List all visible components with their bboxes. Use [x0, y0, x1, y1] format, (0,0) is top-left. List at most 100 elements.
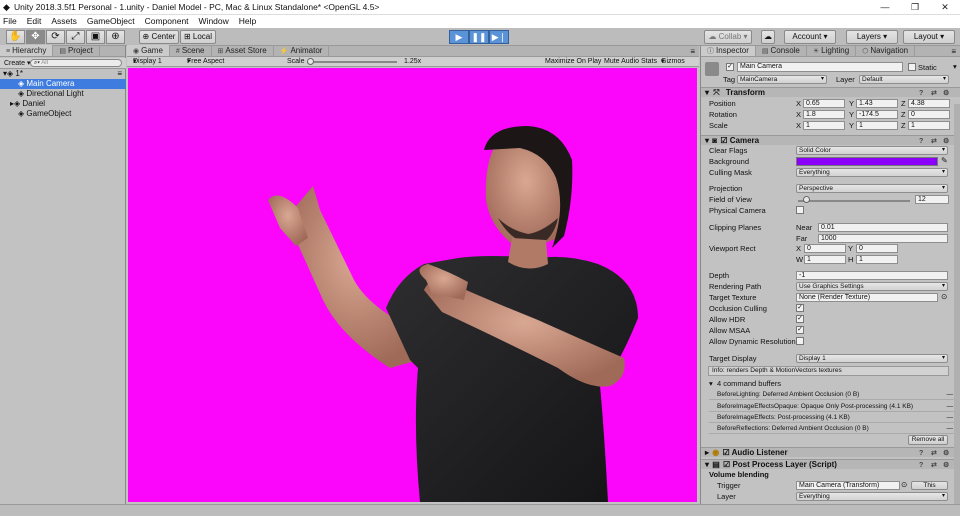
viewport-y-field[interactable]: 0 [856, 244, 898, 253]
far-field[interactable]: 1000 [818, 234, 948, 243]
remove-command-icon[interactable]: — [947, 390, 954, 400]
tab-navigation[interactable]: ⬡ Navigation [856, 46, 916, 56]
depth-field[interactable]: -1 [796, 271, 948, 280]
move-tool-icon[interactable]: ✥ [26, 30, 45, 44]
fov-slider[interactable] [798, 200, 910, 202]
object-picker-icon[interactable]: ⊙ [941, 292, 947, 301]
menu-component[interactable]: Component [145, 15, 189, 28]
tab-game[interactable]: ◉ Game [127, 45, 170, 56]
culling-mask-dropdown[interactable]: Everything [796, 168, 948, 177]
hand-tool-icon[interactable]: ✋ [6, 30, 25, 44]
camera-header[interactable]: ▾ ◙ ☑ Camera ? ⇄ ⚙ [701, 135, 960, 145]
layout-dropdown[interactable]: Layout ▾ [903, 30, 955, 44]
create-dropdown[interactable]: Create ▾ [4, 59, 30, 67]
step-button[interactable]: ▶❘ [489, 30, 509, 44]
trigger-field[interactable]: Main Camera (Transform) [796, 481, 900, 490]
scale-tool-icon[interactable]: ⤢ [66, 30, 85, 44]
rotation-y-field[interactable]: -174.5 [856, 110, 898, 119]
display-dropdown[interactable]: Display 1 ▾ [133, 57, 162, 67]
tab-animator[interactable]: ⚡ Animator [274, 45, 330, 56]
preset-icon[interactable]: ⇄ [931, 449, 937, 459]
transform-header[interactable]: ▾ ⤧ Transform ? ⇄ ⚙ [701, 87, 960, 97]
gizmos-dropdown[interactable]: Gizmos ▾ [661, 57, 685, 67]
scale-slider[interactable] [307, 61, 397, 63]
rendering-path-dropdown[interactable]: Use Graphics Settings [796, 282, 948, 291]
remove-command-icon[interactable]: — [947, 413, 954, 423]
menu-assets[interactable]: Assets [51, 15, 77, 28]
this-button[interactable]: This [911, 481, 948, 490]
pp-layer-dropdown[interactable]: Everything [796, 492, 948, 501]
object-picker-icon[interactable]: ⊙ [901, 480, 907, 489]
audio-listener-checkbox[interactable]: ☑ [722, 448, 729, 457]
near-field[interactable]: 0.01 [818, 223, 948, 232]
maximize-icon[interactable]: ❐ [900, 0, 930, 15]
layer-dropdown[interactable]: Default [859, 75, 949, 84]
viewport-x-field[interactable]: 0 [804, 244, 846, 253]
tab-console[interactable]: ▤ Console [756, 46, 807, 56]
occlusion-culling-checkbox[interactable]: ✓ [796, 304, 804, 312]
scene-row[interactable]: ▾◈ 1* ≡ [0, 69, 126, 79]
scene-menu-icon[interactable]: ≡ [117, 69, 122, 79]
preset-icon[interactable]: ⇄ [931, 461, 937, 471]
target-texture-field[interactable]: None (Render Texture) [796, 293, 938, 302]
hierarchy-item-gameobject[interactable]: ◈ GameObject [0, 109, 126, 119]
active-checkbox[interactable]: ✓ [726, 63, 734, 71]
inspector-scrollbar[interactable] [954, 104, 960, 504]
viewport-w-field[interactable]: 1 [804, 255, 846, 264]
post-process-header[interactable]: ▾ ▤ ☑ Post Process Layer (Script) ? ⇄ ⚙ [701, 459, 960, 469]
background-color-swatch[interactable] [796, 157, 938, 166]
help-icon[interactable]: ? [919, 89, 923, 99]
static-dropdown-icon[interactable]: ▾ [953, 62, 957, 71]
remove-command-icon[interactable]: — [947, 402, 954, 412]
tab-scene[interactable]: # Scene [170, 45, 212, 56]
position-x-field[interactable]: 0.65 [803, 99, 845, 108]
static-checkbox[interactable] [908, 63, 916, 71]
menu-help[interactable]: Help [239, 15, 256, 28]
position-z-field[interactable]: 4.38 [908, 99, 950, 108]
allow-hdr-checkbox[interactable]: ✓ [796, 315, 804, 323]
mute-audio-toggle[interactable]: Mute Audio [604, 57, 639, 67]
position-y-field[interactable]: 1.43 [856, 99, 898, 108]
post-process-checkbox[interactable]: ☑ [723, 460, 730, 469]
close-icon[interactable]: ✕ [930, 0, 960, 15]
target-display-dropdown[interactable]: Display 1 [796, 354, 948, 363]
projection-dropdown[interactable]: Perspective [796, 184, 948, 193]
help-icon[interactable]: ? [919, 461, 923, 471]
tab-hierarchy[interactable]: ≡ Hierarchy [0, 45, 54, 56]
remove-command-icon[interactable]: — [947, 424, 954, 434]
collab-button[interactable]: ☁ Collab ▾ [704, 30, 752, 44]
hierarchy-item-daniel[interactable]: ▸◈ Daniel [0, 99, 126, 109]
menu-gameobject[interactable]: GameObject [87, 15, 135, 28]
scale-x-field[interactable]: 1 [803, 121, 845, 130]
component-gear-icon[interactable]: ⚙ [943, 449, 949, 459]
tag-dropdown[interactable]: MainCamera [737, 75, 827, 84]
allow-msaa-checkbox[interactable]: ✓ [796, 326, 804, 334]
rotation-x-field[interactable]: 1.8 [803, 110, 845, 119]
tab-project[interactable]: ▤ Project [53, 45, 100, 56]
play-button[interactable]: ▶ [449, 30, 469, 44]
panel-menu-icon[interactable]: ≡ [690, 47, 699, 56]
maximize-on-play-toggle[interactable]: Maximize On Play [545, 57, 601, 67]
audio-listener-header[interactable]: ▸ ◉ ☑ Audio Listener ? ⇄ ⚙ [701, 447, 960, 457]
account-dropdown[interactable]: Account ▾ [784, 30, 836, 44]
menu-edit[interactable]: Edit [27, 15, 42, 28]
physical-camera-checkbox[interactable] [796, 206, 804, 214]
component-gear-icon[interactable]: ⚙ [943, 461, 949, 471]
panel-menu-icon[interactable]: ≡ [951, 47, 960, 56]
minimize-icon[interactable]: — [870, 0, 900, 15]
scale-y-field[interactable]: 1 [856, 121, 898, 130]
component-gear-icon[interactable]: ⚙ [943, 89, 949, 99]
tab-asset-store[interactable]: ⊞ Asset Store [212, 45, 274, 56]
pivot-center-button[interactable]: ⊕ Center [139, 30, 179, 44]
dynamic-resolution-checkbox[interactable] [796, 337, 804, 345]
hierarchy-item-directional-light[interactable]: ◈ Directional Light [0, 89, 126, 99]
rotate-tool-icon[interactable]: ⟳ [46, 30, 65, 44]
menu-window[interactable]: Window [199, 15, 229, 28]
stats-toggle[interactable]: Stats [641, 57, 657, 67]
layers-dropdown[interactable]: Layers ▾ [846, 30, 898, 44]
game-viewport[interactable] [128, 68, 697, 502]
remove-all-button[interactable]: Remove all [908, 435, 948, 445]
transform-tool-icon[interactable]: ⊕ [106, 30, 125, 44]
camera-enabled-checkbox[interactable]: ☑ [720, 136, 727, 145]
rotation-z-field[interactable]: 0 [908, 110, 950, 119]
